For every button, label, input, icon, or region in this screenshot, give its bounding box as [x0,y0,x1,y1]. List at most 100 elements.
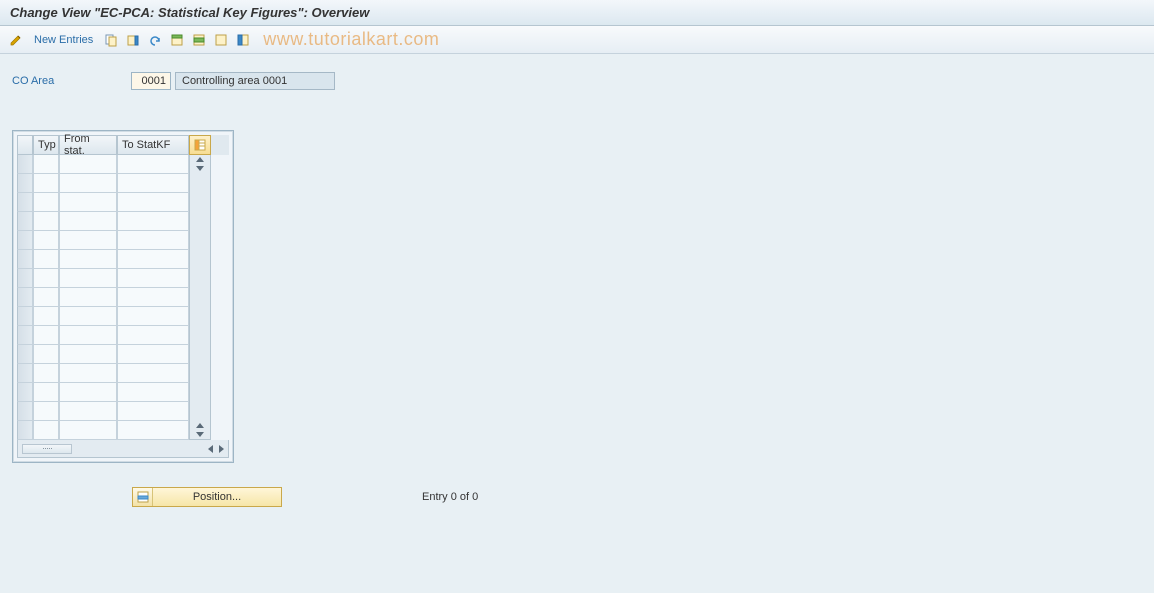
table-row[interactable] [17,326,189,345]
grid-cell-to[interactable] [117,345,189,364]
table-row[interactable] [17,345,189,364]
grid-cell-sel[interactable] [17,421,33,440]
grid-cell-sel[interactable] [17,326,33,345]
grid-cell-to[interactable] [117,383,189,402]
grid-cell-to[interactable] [117,212,189,231]
scroll-down-icon[interactable] [196,432,204,437]
grid-cell-typ[interactable] [33,155,59,174]
grid-cell-sel[interactable] [17,212,33,231]
grid-cell-typ[interactable] [33,307,59,326]
grid-cell-typ[interactable] [33,250,59,269]
grid-cell-from[interactable] [59,269,117,288]
grid-cell-from[interactable] [59,364,117,383]
grid-cell-typ[interactable] [33,288,59,307]
grid-cell-typ[interactable] [33,326,59,345]
grid-cell-typ[interactable] [33,174,59,193]
grid-cell-typ[interactable] [33,269,59,288]
table-row[interactable] [17,364,189,383]
grid-cell-to[interactable] [117,155,189,174]
grid-cell-from[interactable] [59,250,117,269]
grid-cell-to[interactable] [117,269,189,288]
table-row[interactable] [17,231,189,250]
table-row[interactable] [17,307,189,326]
grid-cell-from[interactable] [59,307,117,326]
grid-cell-from[interactable] [59,421,117,440]
grid-cell-sel[interactable] [17,307,33,326]
table-row[interactable] [17,288,189,307]
column-resize-handle[interactable] [22,444,72,454]
grid-cell-typ[interactable] [33,383,59,402]
table-row[interactable] [17,269,189,288]
grid-cell-to[interactable] [117,402,189,421]
select-all-icon[interactable] [169,32,185,48]
scroll-right-icon[interactable] [219,445,224,453]
copy-as-icon[interactable] [103,32,119,48]
grid-cell-typ[interactable] [33,364,59,383]
grid-cell-sel[interactable] [17,364,33,383]
table-row[interactable] [17,212,189,231]
grid-cell-from[interactable] [59,155,117,174]
grid-cell-from[interactable] [59,193,117,212]
grid-cell-typ[interactable] [33,231,59,250]
grid-cell-from[interactable] [59,231,117,250]
grid-cell-from[interactable] [59,402,117,421]
content-area: CO Area Controlling area 0001 Typ From s… [0,54,1154,525]
grid-header-to[interactable]: To StatKF [117,135,189,155]
grid-header-from[interactable]: From stat. [59,135,117,155]
grid-cell-from[interactable] [59,383,117,402]
grid-cell-sel[interactable] [17,402,33,421]
grid-cell-sel[interactable] [17,250,33,269]
grid-cell-typ[interactable] [33,193,59,212]
grid-cell-from[interactable] [59,174,117,193]
grid-cell-sel[interactable] [17,288,33,307]
grid-cell-to[interactable] [117,421,189,440]
vertical-scrollbar[interactable] [189,155,211,440]
delete-icon[interactable] [125,32,141,48]
table-row[interactable] [17,193,189,212]
grid-cell-typ[interactable] [33,212,59,231]
undo-icon[interactable] [147,32,163,48]
toggle-display-change-icon[interactable] [8,32,24,48]
grid-cell-sel[interactable] [17,269,33,288]
grid-header-typ[interactable]: Typ [33,135,59,155]
grid-cell-sel[interactable] [17,155,33,174]
grid-cell-to[interactable] [117,193,189,212]
grid-cell-from[interactable] [59,288,117,307]
table-row[interactable] [17,250,189,269]
grid-cell-typ[interactable] [33,421,59,440]
grid-cell-to[interactable] [117,288,189,307]
grid-cell-typ[interactable] [33,402,59,421]
table-row[interactable] [17,174,189,193]
grid-cell-sel[interactable] [17,174,33,193]
grid-cell-to[interactable] [117,364,189,383]
scroll-up-icon[interactable] [196,157,204,162]
table-row[interactable] [17,421,189,440]
grid-cell-typ[interactable] [33,345,59,364]
table-row[interactable] [17,402,189,421]
grid-header-selector[interactable] [17,135,33,155]
table-row[interactable] [17,155,189,174]
scroll-down-page-icon[interactable] [196,166,204,171]
grid-cell-to[interactable] [117,307,189,326]
table-settings-icon[interactable] [235,32,251,48]
grid-cell-to[interactable] [117,250,189,269]
grid-cell-from[interactable] [59,212,117,231]
position-button[interactable]: Position... [132,487,282,507]
grid-cell-sel[interactable] [17,345,33,364]
select-block-icon[interactable] [191,32,207,48]
deselect-all-icon[interactable] [213,32,229,48]
grid-configure-icon[interactable] [189,135,211,155]
new-entries-button[interactable]: New Entries [34,34,93,46]
grid-cell-to[interactable] [117,231,189,250]
scroll-left-icon[interactable] [208,445,213,453]
grid-cell-sel[interactable] [17,193,33,212]
table-row[interactable] [17,383,189,402]
scroll-up-page-icon[interactable] [196,423,204,428]
grid-cell-from[interactable] [59,326,117,345]
grid-cell-sel[interactable] [17,383,33,402]
co-area-code-input[interactable] [131,72,171,90]
grid-cell-to[interactable] [117,174,189,193]
grid-cell-from[interactable] [59,345,117,364]
grid-cell-to[interactable] [117,326,189,345]
grid-cell-sel[interactable] [17,231,33,250]
